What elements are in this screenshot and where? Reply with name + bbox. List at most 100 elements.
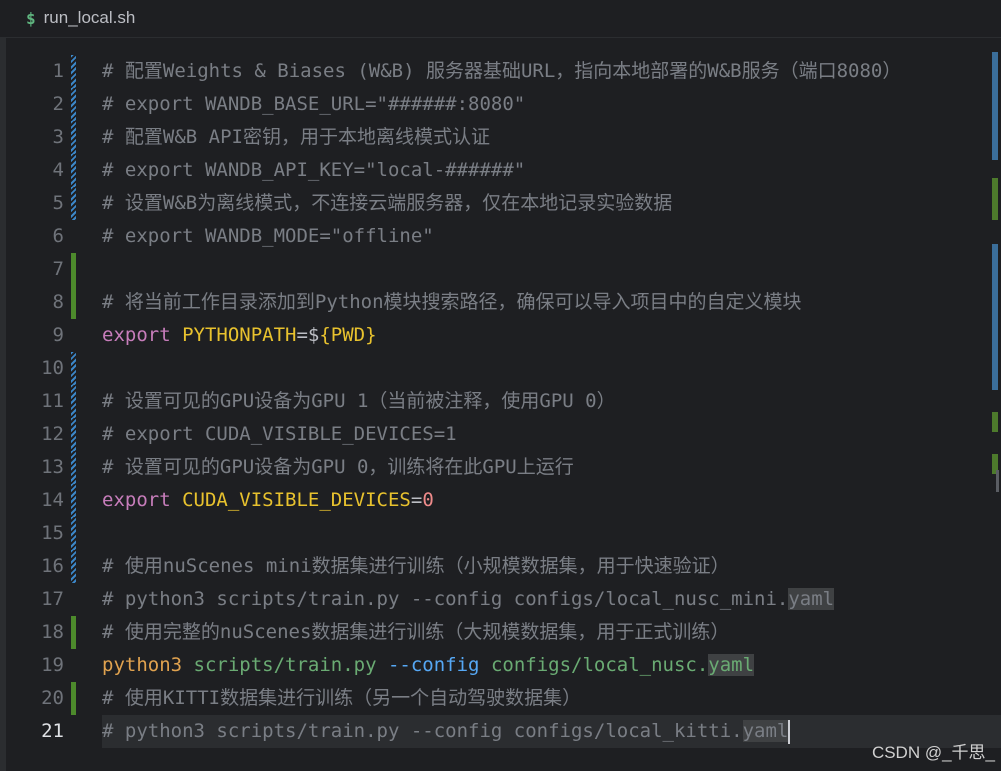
- code-text[interactable]: # 设置可见的GPU设备为GPU 0，训练将在此GPU上运行: [102, 451, 574, 484]
- code-token: =$: [296, 324, 320, 346]
- code-text[interactable]: # export WANDB_BASE_URL="######:8080": [102, 88, 525, 121]
- code-text[interactable]: # 设置可见的GPU设备为GPU 1（当前被注释，使用GPU 0）: [102, 385, 616, 418]
- vcs-modified-marker[interactable]: [71, 55, 76, 88]
- code-line[interactable]: 18 # 使用完整的nuScenes数据集进行训练（大规模数据集，用于正式训练）: [0, 616, 1001, 649]
- line-number: 4: [52, 159, 64, 181]
- code-text[interactable]: # 配置Weights & Biases (W&B) 服务器基础URL，指向本地…: [102, 55, 901, 88]
- code-token: # 设置W&B为离线模式，不连接云端服务器，仅在本地记录实验数据: [102, 192, 673, 214]
- code-line[interactable]: 2 # export WANDB_BASE_URL="######:8080": [0, 88, 1001, 121]
- code-token: # 设置可见的GPU设备为GPU 0，训练将在此GPU上运行: [102, 456, 574, 478]
- code-line[interactable]: 4 # export WANDB_API_KEY="local-######": [0, 154, 1001, 187]
- code-text[interactable]: # export CUDA_VISIBLE_DEVICES=1: [102, 418, 457, 451]
- code-line[interactable]: 8 # 将当前工作目录添加到Python模块搜索路径，确保可以导入项目中的自定义模…: [0, 286, 1001, 319]
- code-text[interactable]: # export WANDB_API_KEY="local-######": [102, 154, 525, 187]
- line-number: 12: [41, 423, 64, 445]
- code-token: # 设置可见的GPU设备为GPU 1（当前被注释，使用GPU 0）: [102, 390, 616, 412]
- code-token: python3: [102, 654, 194, 676]
- code-line[interactable]: 6 # export WANDB_MODE="offline": [0, 220, 1001, 253]
- line-number: 7: [52, 258, 64, 280]
- code-token: # 使用完整的nuScenes数据集进行训练（大规模数据集，用于正式训练）: [102, 621, 730, 643]
- code-line[interactable]: 9 export PYTHONPATH=${PWD}: [0, 319, 1001, 352]
- line-number: 3: [52, 126, 64, 148]
- code-text[interactable]: # 使用KITTI数据集进行训练（另一个自动驾驶数据集）: [102, 682, 581, 715]
- vcs-added-marker[interactable]: [71, 253, 76, 286]
- code-text[interactable]: # 设置W&B为离线模式，不连接云端服务器，仅在本地记录实验数据: [102, 187, 672, 220]
- code-token: PYTHONPATH: [182, 324, 297, 346]
- code-token: # python3 scripts/train.py --config conf…: [102, 720, 743, 742]
- code-token: yaml: [788, 588, 835, 610]
- line-number: 9: [52, 324, 64, 346]
- code-line[interactable]: 16 # 使用nuScenes mini数据集进行训练（小规模数据集，用于快速验证…: [0, 550, 1001, 583]
- vcs-added-marker[interactable]: [71, 616, 76, 649]
- code-token: # 配置W&B API密钥，用于本地离线模式认证: [102, 126, 490, 148]
- scrollbar-thumb[interactable]: [996, 470, 999, 492]
- line-number: 17: [41, 588, 64, 610]
- scrollbar-marker-added: [992, 412, 998, 432]
- line-number: 10: [41, 357, 64, 379]
- code-text[interactable]: python3 scripts/train.py --config config…: [102, 649, 755, 682]
- code-text[interactable]: # 将当前工作目录添加到Python模块搜索路径，确保可以导入项目中的自定义模块: [102, 286, 802, 319]
- vcs-modified-marker[interactable]: [71, 484, 76, 517]
- line-number: 5: [52, 192, 64, 214]
- vcs-modified-marker[interactable]: [71, 517, 76, 550]
- code-token: # 将当前工作目录添加到Python模块搜索路径，确保可以导入项目中的自定义模块: [102, 291, 802, 313]
- code-text[interactable]: export PYTHONPATH=${PWD}: [102, 319, 377, 352]
- code-line[interactable]: 1 # 配置Weights & Biases (W&B) 服务器基础URL，指向本…: [0, 55, 1001, 88]
- code-line[interactable]: 13 # 设置可见的GPU设备为GPU 0，训练将在此GPU上运行: [0, 451, 1001, 484]
- code-text[interactable]: # 配置W&B API密钥，用于本地离线模式认证: [102, 121, 490, 154]
- vcs-modified-marker[interactable]: [71, 385, 76, 418]
- code-text[interactable]: # python3 scripts/train.py --config conf…: [102, 583, 835, 616]
- code-line[interactable]: 14 export CUDA_VISIBLE_DEVICES=0: [0, 484, 1001, 517]
- code-token: yaml: [742, 720, 789, 742]
- code-text[interactable]: # python3 scripts/train.py --config conf…: [102, 715, 791, 748]
- vcs-modified-marker[interactable]: [71, 88, 76, 121]
- line-number: 14: [41, 489, 64, 511]
- code-text[interactable]: # export WANDB_MODE="offline": [102, 220, 434, 253]
- code-token: export: [102, 324, 183, 346]
- vcs-modified-marker[interactable]: [71, 418, 76, 451]
- code-line[interactable]: 20 # 使用KITTI数据集进行训练（另一个自动驾驶数据集）: [0, 682, 1001, 715]
- code-token: 0: [422, 489, 434, 511]
- code-token: # export CUDA_VISIBLE_DEVICES=1: [102, 423, 457, 445]
- vcs-modified-marker[interactable]: [71, 352, 76, 385]
- code-text[interactable]: # 使用nuScenes mini数据集进行训练（小规模数据集，用于快速验证）: [102, 550, 730, 583]
- vcs-modified-marker[interactable]: [71, 550, 76, 583]
- watermark: CSDN @_千思_: [871, 743, 995, 762]
- file-tab[interactable]: $ run_local.sh: [26, 6, 135, 30]
- code-token: =: [410, 489, 423, 511]
- code-token: # export WANDB_MODE="offline": [102, 225, 434, 247]
- code-line[interactable]: 10: [0, 352, 1001, 385]
- code-line[interactable]: 15: [0, 517, 1001, 550]
- file-tab-label: run_local.sh: [43, 8, 136, 27]
- code-token: scripts/train.py: [193, 654, 388, 676]
- code-token: # python3 scripts/train.py --config conf…: [102, 588, 789, 610]
- vcs-modified-marker[interactable]: [71, 187, 76, 220]
- vcs-modified-marker[interactable]: [71, 154, 76, 187]
- code-text[interactable]: export CUDA_VISIBLE_DEVICES=0: [102, 484, 434, 517]
- code-token: --config: [387, 654, 491, 676]
- code-token: configs/local_nusc.: [490, 654, 709, 676]
- code-text[interactable]: # 使用完整的nuScenes数据集进行训练（大规模数据集，用于正式训练）: [102, 616, 729, 649]
- line-number: 11: [41, 390, 64, 412]
- code-line[interactable]: 3 # 配置W&B API密钥，用于本地离线模式认证: [0, 121, 1001, 154]
- code-token: # export WANDB_API_KEY="local-######": [102, 159, 526, 181]
- code-line[interactable]: 17 # python3 scripts/train.py --config co…: [0, 583, 1001, 616]
- code-token: # 使用KITTI数据集进行训练（另一个自动驾驶数据集）: [102, 687, 582, 709]
- vcs-added-marker[interactable]: [71, 286, 76, 319]
- code-line[interactable]: 11 # 设置可见的GPU设备为GPU 1（当前被注释，使用GPU 0）: [0, 385, 1001, 418]
- code-line[interactable]: 7: [0, 253, 1001, 286]
- code-line[interactable]: 5 # 设置W&B为离线模式，不连接云端服务器，仅在本地记录实验数据: [0, 187, 1001, 220]
- line-number: 1: [52, 60, 64, 82]
- vcs-modified-marker[interactable]: [71, 121, 76, 154]
- scrollbar-marker-added: [992, 178, 998, 220]
- line-number: 19: [41, 654, 64, 676]
- code-line[interactable]: 12 # export CUDA_VISIBLE_DEVICES=1: [0, 418, 1001, 451]
- vcs-modified-marker[interactable]: [71, 451, 76, 484]
- code-line[interactable]: 21 # python3 scripts/train.py --config co…: [0, 715, 1001, 748]
- code-editor[interactable]: 1 # 配置Weights & Biases (W&B) 服务器基础URL，指向本…: [0, 55, 1001, 771]
- line-number: 6: [52, 225, 64, 247]
- shell-script-icon: $: [26, 8, 36, 28]
- vcs-added-marker[interactable]: [71, 682, 76, 715]
- code-line[interactable]: 19 python3 scripts/train.py --config conf…: [0, 649, 1001, 682]
- scrollbar-marker-modified: [992, 244, 998, 390]
